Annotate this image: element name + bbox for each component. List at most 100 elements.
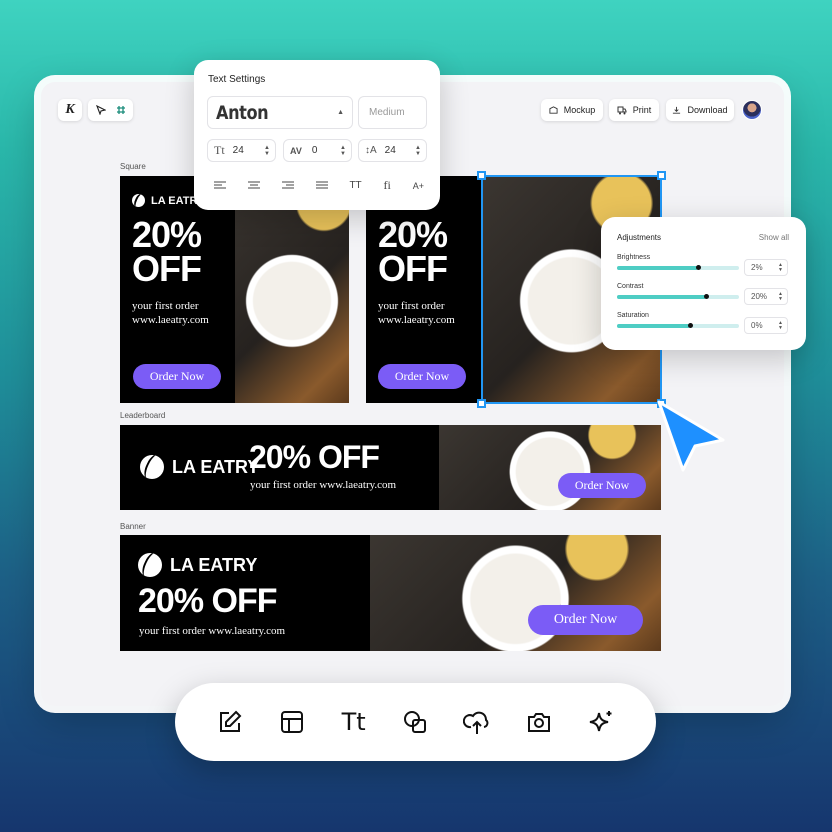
- download-button[interactable]: Download: [666, 99, 734, 121]
- adjustment-slider[interactable]: [617, 265, 739, 270]
- ligature-icon[interactable]: fi: [384, 178, 391, 193]
- stepper-arrows-icon: ▲ ▼: [778, 290, 783, 302]
- line-height-stepper[interactable]: ↕A 24 ▲ ▼: [358, 139, 427, 162]
- section-label-banner: Banner: [120, 522, 146, 531]
- offer-line-2: OFF: [132, 248, 202, 290]
- print-button[interactable]: Print: [609, 99, 659, 121]
- order-now-button[interactable]: Order Now: [528, 605, 643, 635]
- letter-spacing-stepper[interactable]: AV 0 ▲ ▼: [283, 139, 352, 162]
- caret-up-icon: ▲: [337, 109, 344, 116]
- align-center-icon[interactable]: [247, 181, 260, 190]
- text-icon: Tt: [341, 708, 366, 736]
- app-logo[interactable]: K: [58, 99, 82, 121]
- text-size-icon: Tt: [214, 143, 225, 157]
- font-family-value: Anton: [216, 101, 269, 124]
- layout-tool-button[interactable]: [274, 704, 310, 740]
- offer-subtext: your first order www.laeatry.com: [250, 479, 397, 491]
- stepper-arrows-icon: ▲ ▼: [778, 319, 783, 331]
- tool-switcher: [88, 99, 133, 121]
- upload-tool-button[interactable]: [459, 704, 495, 740]
- align-right-icon[interactable]: [281, 181, 294, 190]
- stepper-arrows-icon: ▲ ▼: [340, 144, 346, 157]
- offer-subtext-line-1: your first order: [132, 300, 199, 312]
- align-justify-icon[interactable]: [315, 181, 328, 190]
- app-logo-letter: K: [65, 102, 75, 117]
- slider-knob[interactable]: [688, 323, 694, 328]
- offer-subtext: your first order www.laeatry.com: [378, 299, 455, 327]
- letter-spacing-icon: AV: [290, 145, 302, 156]
- add-text-style-icon[interactable]: A+: [413, 181, 424, 191]
- font-size-stepper[interactable]: Tt 24 ▲ ▼: [207, 139, 276, 162]
- slider-fill: [617, 324, 691, 328]
- text-format-toolbar: TT fi A+: [214, 178, 424, 193]
- font-weight-select[interactable]: Medium: [358, 96, 427, 129]
- mockup-button[interactable]: Mockup: [541, 99, 603, 121]
- shapes-icon: [404, 711, 427, 733]
- offer-headline: 20% OFF: [378, 214, 448, 290]
- adjustment-value-input[interactable]: 20% ▲ ▼: [744, 288, 788, 305]
- leaf-logo-icon: [138, 553, 162, 577]
- offer-subtext: your first order www.laeatry.com: [132, 299, 209, 327]
- section-label-leaderboard: Leaderboard: [120, 411, 166, 420]
- sparkle-icon: [589, 711, 612, 732]
- truck-icon: [617, 106, 627, 114]
- adjustment-value: 20%: [751, 292, 768, 301]
- resize-handle-top-right[interactable]: [657, 171, 666, 180]
- adjustment-slider[interactable]: [617, 323, 739, 328]
- offer-line-2: OFF: [378, 248, 448, 290]
- edit-icon: [219, 710, 242, 732]
- stepper-arrows-icon: ▲ ▼: [778, 261, 783, 273]
- camera-icon: [528, 713, 551, 732]
- shapes-tool-button[interactable]: [397, 704, 433, 740]
- text-settings-title: Text Settings: [208, 74, 266, 85]
- leaderboard-ad[interactable]: LA EATRY 20% OFF your first order www.la…: [120, 425, 661, 510]
- resize-handle-bottom-left[interactable]: [477, 399, 486, 408]
- food-photo: [235, 176, 349, 403]
- slider-knob[interactable]: [704, 294, 710, 299]
- square-ad-1[interactable]: LA EATRY 20% OFF your first order www.la…: [120, 176, 349, 403]
- slider-fill: [617, 295, 707, 299]
- download-icon: [673, 106, 681, 114]
- adjustments-title: Adjustments: [617, 233, 662, 242]
- offer-line-1: 20%: [378, 214, 448, 255]
- font-family-select[interactable]: Anton ▲: [207, 96, 353, 129]
- adjustment-value-input[interactable]: 2% ▲ ▼: [744, 259, 788, 276]
- brand-name: LA EATRY: [172, 456, 260, 477]
- line-height-value: 24: [384, 145, 396, 156]
- adjustment-label: Contrast: [617, 283, 644, 290]
- offer-subtext-line-2: www.laeatry.com: [132, 314, 209, 326]
- text-tool-button[interactable]: Tt: [336, 704, 372, 740]
- adjustment-value-input[interactable]: 0% ▲ ▼: [744, 317, 788, 334]
- letter-spacing-value: 0: [311, 145, 318, 156]
- leaf-logo-icon: [140, 455, 164, 479]
- bottom-toolbar: Tt: [175, 683, 656, 761]
- resize-handle-top-left[interactable]: [477, 171, 486, 180]
- avatar[interactable]: [742, 100, 762, 120]
- show-all-link[interactable]: Show all: [759, 233, 789, 242]
- stepper-arrows-icon: ▲ ▼: [264, 144, 270, 157]
- offer-subtext: your first order www.laeatry.com: [139, 625, 286, 637]
- frame-icon[interactable]: [116, 105, 126, 115]
- adjustment-value: 2%: [751, 263, 763, 272]
- ai-tool-button[interactable]: [583, 704, 619, 740]
- section-label-square: Square: [120, 162, 146, 171]
- slider-fill: [617, 266, 698, 270]
- adjustment-label: Brightness: [617, 254, 651, 261]
- uppercase-icon[interactable]: TT: [349, 180, 361, 191]
- banner-ad[interactable]: LA EATRY 20% OFF your first order www.la…: [120, 535, 661, 651]
- camera-tool-button[interactable]: [521, 704, 557, 740]
- order-now-button[interactable]: Order Now: [378, 364, 466, 389]
- layout-icon: [280, 711, 303, 733]
- edit-tool-button[interactable]: [212, 704, 248, 740]
- pointer-icon[interactable]: [95, 105, 106, 115]
- slider-knob[interactable]: [695, 265, 701, 270]
- align-left-icon[interactable]: [214, 181, 226, 190]
- order-now-button[interactable]: Order Now: [558, 473, 646, 498]
- stepper-arrows-icon: ▲ ▼: [415, 144, 421, 157]
- cursor-pointer-icon: [657, 400, 725, 472]
- font-size-value: 24: [232, 145, 244, 156]
- adjustment-slider[interactable]: [617, 294, 739, 299]
- offer-subtext-line-1: your first order: [378, 300, 445, 312]
- order-now-button[interactable]: Order Now: [133, 364, 221, 389]
- text-settings-panel: Text Settings Anton ▲ Medium Tt 24 ▲ ▼ AV…: [194, 60, 440, 210]
